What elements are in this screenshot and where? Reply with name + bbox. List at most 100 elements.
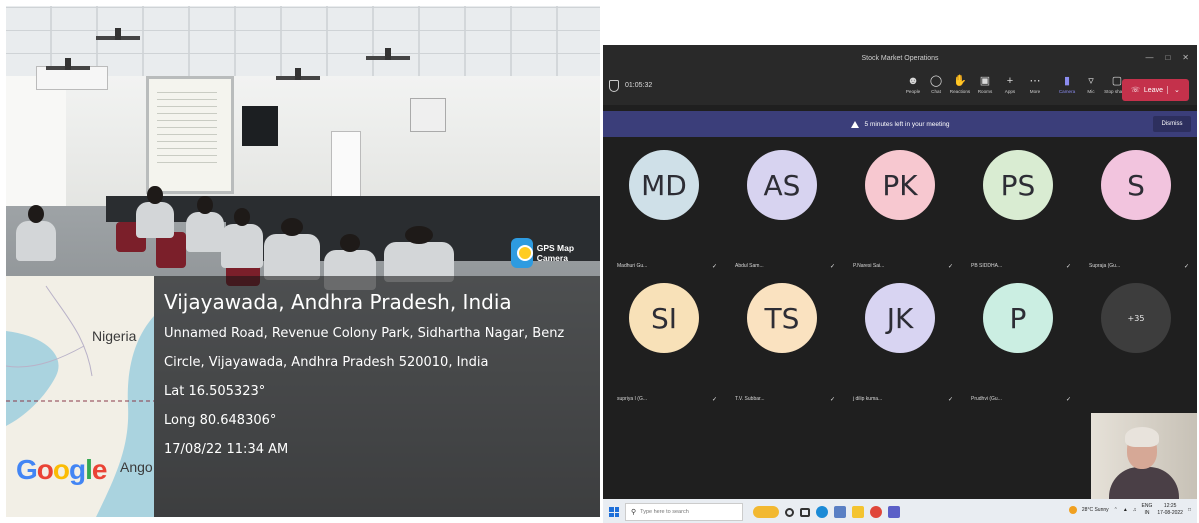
camera-icon: ▮ <box>1063 75 1071 87</box>
region-code: IN <box>1144 510 1150 516</box>
participant-name: Madhuri Gu... <box>617 263 648 269</box>
overflow-participants-tile[interactable]: +35 <box>1075 283 1191 413</box>
participant-name-row: P.Naresi Sai... ✓ <box>853 263 953 270</box>
leave-button[interactable]: ☏ Leave ⌄ <box>1122 79 1189 101</box>
avatar: TS <box>747 283 817 353</box>
edge-icon[interactable] <box>816 506 828 518</box>
chat-button[interactable]: ◯ Chat <box>924 74 948 102</box>
participant-tile[interactable]: PS PB SIDDHA... ✓ <box>957 150 1073 280</box>
meeting-title: Stock Market Operations <box>861 54 939 62</box>
reactions-icon: ✋ <box>953 75 967 87</box>
participant-name: Supraja (Gu... <box>1089 263 1121 269</box>
participant-name: j dilip kuma... <box>853 396 883 402</box>
participant-name-row: Madhuri Gu... ✓ <box>617 263 717 270</box>
reactions-label: Reactions <box>949 89 971 94</box>
window <box>6 76 66 206</box>
student <box>16 205 56 261</box>
store-icon[interactable] <box>834 506 846 518</box>
windows-start-icon[interactable] <box>609 507 619 517</box>
taskbar-search[interactable]: ⚲ <box>625 503 743 521</box>
shield-icon <box>609 80 619 92</box>
ceiling-fan <box>366 48 410 60</box>
mic-off-icon: ✓ <box>947 397 953 403</box>
tv-screen <box>242 106 278 146</box>
google-logo: Google <box>16 454 107 485</box>
reactions-button[interactable]: ✋ Reactions <box>948 74 972 102</box>
camera-button[interactable]: ▮ Camera <box>1055 74 1079 102</box>
file-explorer-icon[interactable] <box>852 506 864 518</box>
more-button[interactable]: ⋯ More <box>1023 74 1047 102</box>
volume-icon[interactable]: ♫ <box>1133 507 1137 513</box>
mic-off-icon: ✓ <box>829 264 835 270</box>
camera-label: Camera <box>1058 89 1076 94</box>
participant-tile[interactable]: MD Madhuri Gu... ✓ <box>603 150 719 280</box>
notification-icon[interactable]: □ <box>1188 507 1191 513</box>
apps-button[interactable]: + Apps <box>998 74 1022 102</box>
map-thumbnail: Nigeria Ango Google <box>6 276 154 517</box>
participant-tile[interactable]: S Supraja (Gu... ✓ <box>1075 150 1191 280</box>
chevron-up-icon[interactable]: ⌃ <box>1114 507 1118 513</box>
participant-tile[interactable]: P Prudhvi (Gu... ✓ <box>957 283 1073 413</box>
location-city: Vijayawada, Andhra Pradesh, India <box>164 290 512 314</box>
rooms-label: Rooms <box>977 89 993 94</box>
wall <box>6 76 600 216</box>
dismiss-button[interactable]: Dismiss <box>1153 116 1191 132</box>
apps-label: Apps <box>1004 89 1016 94</box>
participant-name: supriya I (G... <box>617 396 648 402</box>
participant-name-row: Prudhvi (Gu... ✓ <box>971 396 1071 403</box>
language-code: ENG <box>1141 503 1153 509</box>
search-input[interactable] <box>640 509 721 515</box>
phone-icon: ☏ <box>1131 87 1140 94</box>
avatar: JK <box>865 283 935 353</box>
weather-text[interactable]: 28°C Sunny <box>1082 507 1109 513</box>
cortana-icon[interactable] <box>785 507 794 517</box>
projector-screen <box>146 76 234 194</box>
participant-tile[interactable]: SI supriya I (G... ✓ <box>603 283 719 413</box>
participant-tile[interactable]: PK P.Naresi Sai... ✓ <box>839 150 955 280</box>
map-label-country: Nigeria <box>92 328 137 344</box>
clock[interactable]: 12:25 17-08-2022 <box>1157 503 1183 517</box>
chrome-icon[interactable] <box>870 506 882 518</box>
whiteboard <box>331 131 361 201</box>
ceiling-fan <box>276 68 320 80</box>
participant-tile[interactable]: JK j dilip kuma... ✓ <box>839 283 955 413</box>
participant-tile[interactable]: TS T.V. Subbar... ✓ <box>721 283 837 413</box>
avatar: MD <box>629 150 699 220</box>
participant-name-row: Supraja (Gu... ✓ <box>1089 263 1189 270</box>
student <box>186 196 224 252</box>
task-view-icon[interactable] <box>800 507 810 517</box>
maximize-icon[interactable]: □ <box>1165 53 1170 62</box>
sun-icon <box>1068 506 1077 514</box>
minimize-icon[interactable]: — <box>1145 53 1153 62</box>
network-icon[interactable]: ▲ <box>1123 507 1128 513</box>
mic-off-icon: ✓ <box>711 264 717 270</box>
avatar: PS <box>983 150 1053 220</box>
participant-name-row: Abdul Sam... ✓ <box>735 263 835 270</box>
self-video-person-hair <box>1125 427 1159 447</box>
teams-icon[interactable] <box>888 506 900 518</box>
self-video-preview[interactable] <box>1091 413 1197 499</box>
avatar: PK <box>865 150 935 220</box>
rooms-icon: ▣ <box>979 75 991 87</box>
mic-button[interactable]: ▿ Mic <box>1079 74 1103 102</box>
student <box>136 186 174 238</box>
apps-icon: + <box>1006 75 1014 87</box>
timestamp: 17/08/22 11:34 AM <box>164 442 289 457</box>
close-icon[interactable]: ✕ <box>1182 53 1189 62</box>
meeting-end-banner: 5 minutes left in your meeting Dismiss <box>603 111 1197 137</box>
search-icon: ⚲ <box>631 509 637 516</box>
chevron-down-icon[interactable]: ⌄ <box>1166 86 1180 94</box>
participant-name: PB SIDDHA... <box>971 263 1003 269</box>
mic-off-icon: ✓ <box>1065 397 1071 403</box>
participant-tile[interactable]: AS Abdul Sam... ✓ <box>721 150 837 280</box>
mic-off-icon: ✓ <box>947 264 953 270</box>
people-button[interactable]: ☻ People <box>901 74 925 102</box>
mic-off-icon: ✓ <box>1183 264 1189 270</box>
language-indicator[interactable]: ENG IN <box>1142 503 1153 517</box>
news-widget-icon[interactable] <box>753 506 779 518</box>
address-line-1: Unnamed Road, Revenue Colony Park, Sidha… <box>164 326 565 341</box>
rooms-button[interactable]: ▣ Rooms <box>973 74 997 102</box>
title-bar: Stock Market Operations — □ ✕ <box>603 45 1197 71</box>
participant-name: Prudhvi (Gu... <box>971 396 1002 402</box>
location-info: Vijayawada, Andhra Pradesh, India Unname… <box>154 276 600 517</box>
